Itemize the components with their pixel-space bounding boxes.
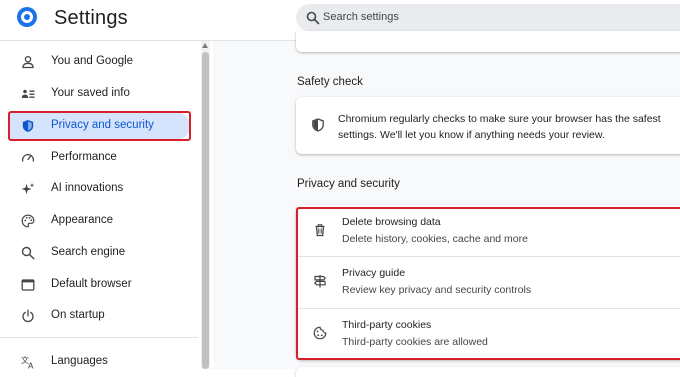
sidebar-item-default-browser[interactable]: Default browser [0, 270, 198, 300]
power-icon [22, 309, 34, 323]
sidebar-divider [0, 337, 198, 338]
sidebar-item-performance[interactable]: Performance [0, 143, 198, 173]
sidebar-item-label: You and Google [51, 55, 134, 67]
sidebar-item-search-engine[interactable]: Search engine [0, 238, 198, 268]
previous-section-card [296, 31, 680, 52]
chromium-logo-icon [17, 7, 37, 27]
sidebar-item-label: Performance [51, 151, 117, 163]
sidebar-item-languages[interactable]: 文 A Languages [0, 347, 198, 377]
sidebar-item-label: Languages [51, 355, 108, 367]
sidebar-item-label: Your saved info [51, 87, 130, 99]
palette-icon [21, 214, 35, 228]
scroll-up-arrow-icon[interactable] [202, 43, 208, 48]
sidebar-item-on-startup[interactable]: On startup [0, 301, 198, 331]
sidebar-nav: You and Google Your saved info Privacy a… [0, 41, 212, 369]
search-input[interactable]: Search settings [296, 4, 680, 31]
shield-icon [312, 118, 324, 132]
sidebar-item-label: On startup [51, 309, 105, 321]
sidebar-item-label: Search engine [51, 246, 126, 258]
safety-check-card: Chromium regularly checks to make sure y… [296, 97, 680, 154]
svg-text:A: A [28, 362, 34, 370]
sidebar-item-appearance[interactable]: Appearance [0, 206, 198, 236]
app-title: Settings [54, 7, 128, 29]
sidebar-item-label: Default browser [51, 278, 132, 290]
sidebar-item-ai-innovations[interactable]: AI innovations [0, 174, 198, 204]
saved-info-icon [21, 89, 35, 98]
section-title-privacy-and-security: Privacy and security [297, 178, 400, 190]
search-icon [306, 11, 320, 25]
speedometer-icon [21, 154, 35, 162]
sidebar-item-your-saved-info[interactable]: Your saved info [0, 79, 198, 109]
translate-icon: 文 A [21, 355, 34, 370]
sidebar-item-label: Appearance [51, 214, 114, 226]
browser-window-icon [21, 279, 35, 291]
sidebar-scrollbar-thumb[interactable] [202, 52, 209, 369]
safety-check-description-line1: Chromium regularly checks to make sure y… [338, 113, 661, 125]
annotation-highlight-box [296, 207, 680, 360]
sidebar-item-label: AI innovations [51, 182, 124, 194]
sparkle-icon [21, 183, 35, 194]
safety-check-description-line2: settings. We'll let you know if anything… [338, 129, 605, 141]
search-icon [21, 246, 35, 260]
sidebar-item-you-and-google[interactable]: You and Google [0, 47, 198, 77]
annotation-highlight-box [8, 111, 191, 141]
person-icon [22, 55, 34, 69]
search-placeholder: Search settings [323, 11, 399, 23]
main-content: Safety check Chromium regularly checks t… [213, 31, 680, 377]
section-title-safety-check: Safety check [297, 76, 363, 88]
